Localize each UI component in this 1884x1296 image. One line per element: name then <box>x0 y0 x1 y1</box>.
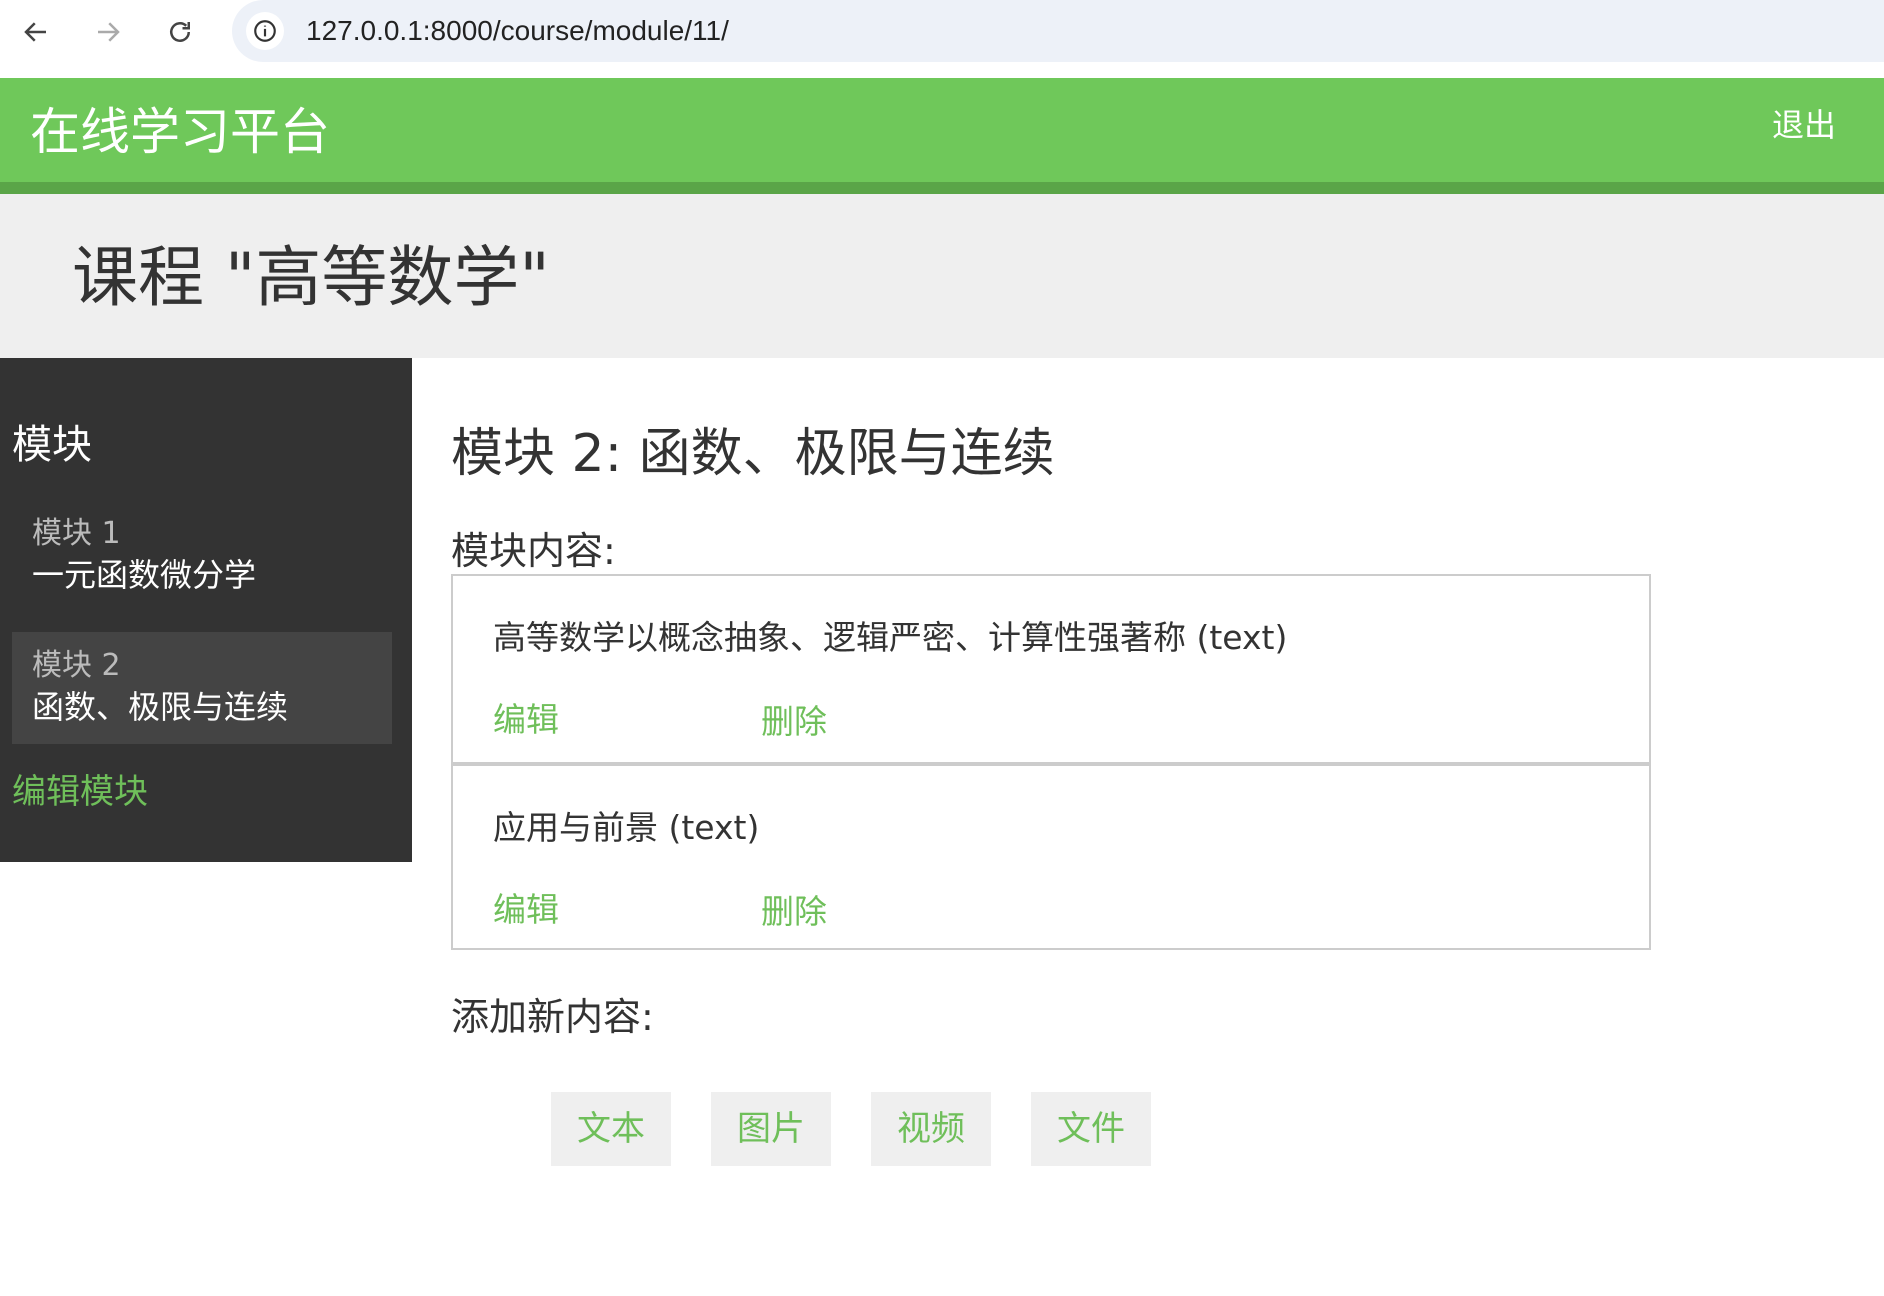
logout-link[interactable]: 退出 <box>1772 104 1836 146</box>
delete-content-link[interactable]: 删除 <box>761 890 827 934</box>
module-name: 一元函数微分学 <box>32 556 257 594</box>
add-file-button[interactable]: 文件 <box>1031 1092 1151 1166</box>
content-text: 高等数学以概念抽象、逻辑严密、计算性强著称 (text) <box>493 618 1288 657</box>
page-title: 课程 "高等数学" <box>72 239 550 316</box>
url-text[interactable]: 127.0.0.1:8000/course/module/11/ <box>306 12 729 50</box>
back-arrow-icon <box>24 22 46 42</box>
content-text: 应用与前景 (text) <box>493 808 760 847</box>
course-title-band: 课程 "高等数学" <box>0 194 1884 358</box>
site-brand[interactable]: 在线学习平台 <box>30 102 330 162</box>
address-bar[interactable]: 127.0.0.1:8000/course/module/11/ <box>232 0 1884 62</box>
edit-modules-link[interactable]: 编辑模块 <box>12 770 148 814</box>
content-list: 高等数学以概念抽象、逻辑严密、计算性强著称 (text) 编辑 删除 应用与前景… <box>451 574 1651 950</box>
site-header: 在线学习平台 退出 <box>0 78 1884 194</box>
forward-arrow-icon <box>98 22 120 42</box>
module-number: 模块 1 <box>32 516 121 551</box>
sidebar-item-module-2[interactable]: 模块 2 函数、极限与连续 <box>12 632 392 744</box>
content-section-label: 模块内容: <box>451 529 616 573</box>
site-info-icon[interactable] <box>246 12 284 50</box>
module-sidebar: 模块 模块 1 一元函数微分学 模块 2 函数、极限与连续 编辑模块 <box>0 358 412 862</box>
add-text-button[interactable]: 文本 <box>551 1092 671 1166</box>
module-title: 模块 2: 函数、极限与连续 <box>451 424 1055 484</box>
edit-content-link[interactable]: 编辑 <box>493 698 559 742</box>
forward-button[interactable] <box>80 8 136 56</box>
module-number: 模块 2 <box>32 648 121 683</box>
sidebar-heading: 模块 <box>12 422 92 468</box>
add-video-button[interactable]: 视频 <box>871 1092 991 1166</box>
content-item: 高等数学以概念抽象、逻辑严密、计算性强著称 (text) 编辑 删除 <box>453 576 1649 762</box>
back-button[interactable] <box>8 8 64 56</box>
content-item: 应用与前景 (text) 编辑 删除 <box>453 762 1649 948</box>
browser-toolbar: 127.0.0.1:8000/course/module/11/ <box>0 0 1884 64</box>
reload-button[interactable] <box>152 8 208 56</box>
delete-content-link[interactable]: 删除 <box>761 700 827 744</box>
sidebar-item-module-1[interactable]: 模块 1 一元函数微分学 <box>12 500 392 612</box>
add-image-button[interactable]: 图片 <box>711 1092 831 1166</box>
add-content-label: 添加新内容: <box>451 995 654 1039</box>
reload-icon <box>170 22 190 42</box>
module-name: 函数、极限与连续 <box>32 688 289 726</box>
edit-content-link[interactable]: 编辑 <box>493 888 559 932</box>
